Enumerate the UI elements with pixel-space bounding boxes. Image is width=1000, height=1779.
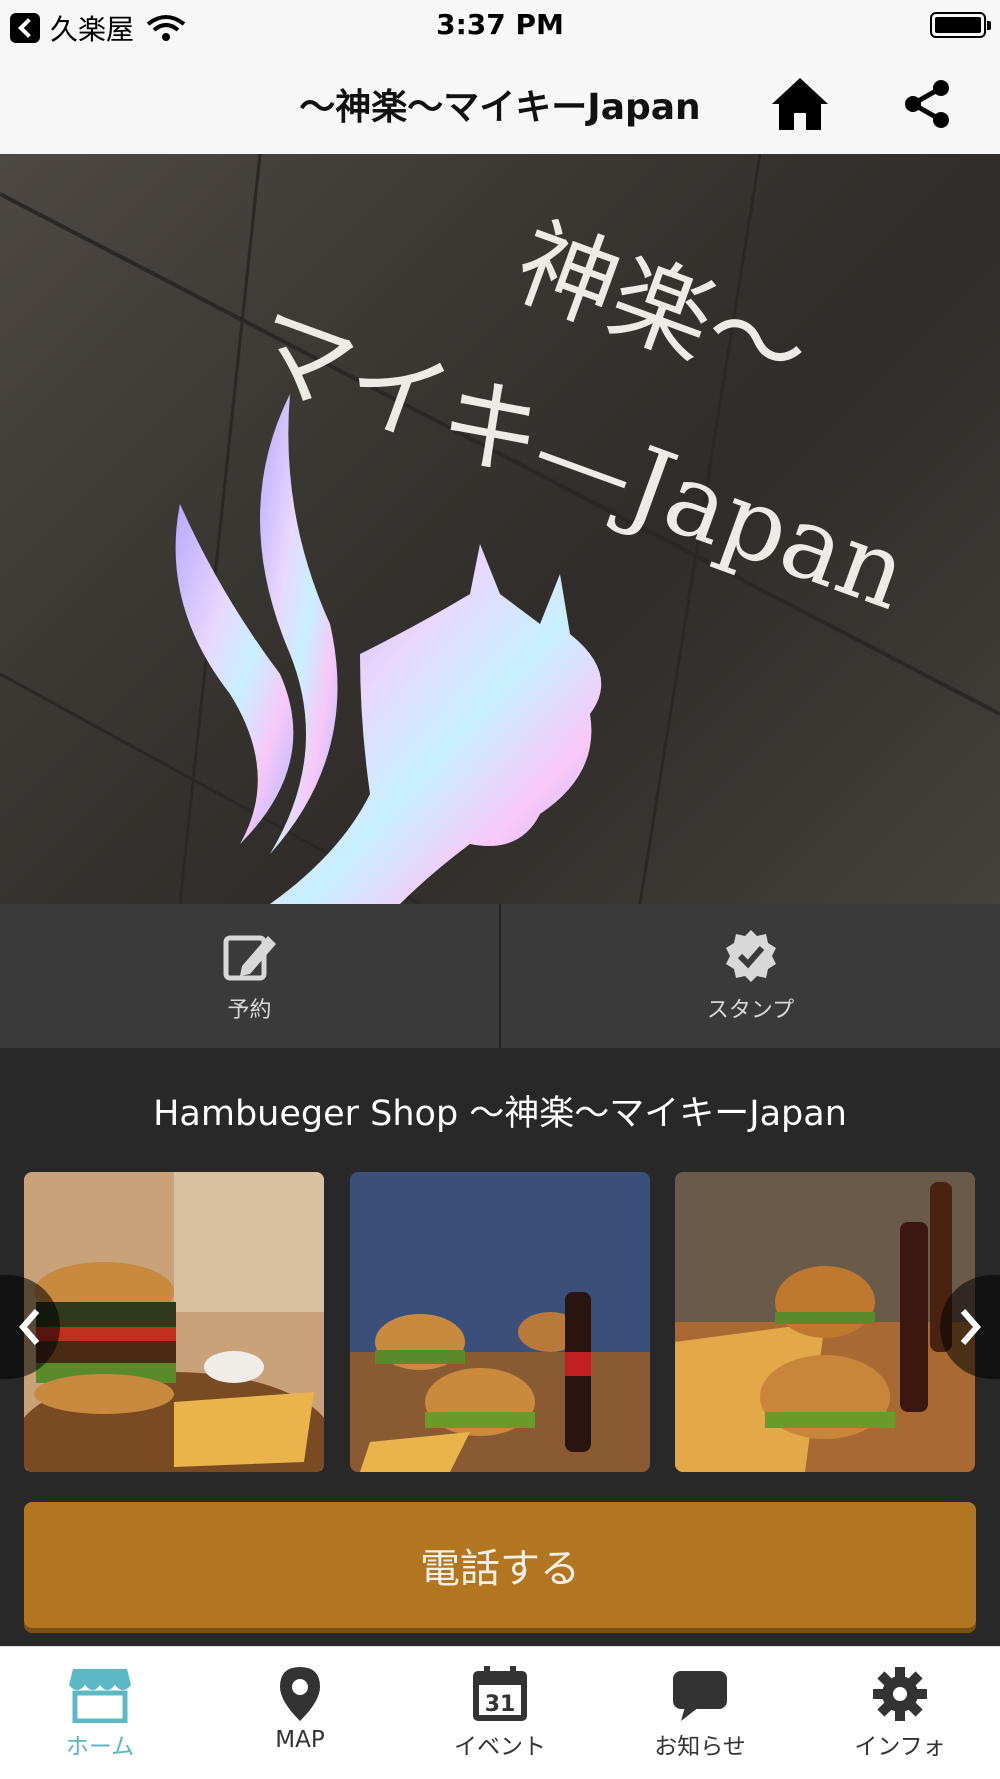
burger-photo-3[interactable] <box>675 1172 975 1472</box>
tab-bar: ホーム MAP 31 イベント お知らせ インフォ <box>0 1646 1000 1779</box>
map-pin-icon <box>280 1667 320 1721</box>
action-row: 予約 スタンプ <box>0 904 1000 1048</box>
call-button-label: 電話する <box>420 1546 580 1592</box>
tab-info[interactable]: インフォ <box>800 1647 1000 1779</box>
calendar-icon: 31 <box>473 1666 527 1721</box>
svg-text:31: 31 <box>485 1692 516 1717</box>
burger-photo-2[interactable] <box>350 1172 650 1472</box>
app-header: 〜神楽〜マイキーJapan <box>0 52 1000 154</box>
share-button[interactable] <box>892 72 962 136</box>
tab-map[interactable]: MAP <box>200 1647 400 1779</box>
shop-title: Hambueger Shop 〜神楽〜マイキーJapan <box>153 1094 847 1134</box>
photo-carousel[interactable] <box>0 1170 1000 1474</box>
status-bar: 久楽屋 3:37 PM <box>0 0 1000 52</box>
battery-icon <box>930 12 991 38</box>
svg-text:神楽〜: 神楽〜 <box>501 203 823 416</box>
home-button[interactable] <box>765 72 835 136</box>
burger-photo-1[interactable] <box>24 1172 324 1472</box>
hero-image: 神楽〜 マイキ—Japan <box>0 154 1000 904</box>
tab-news-label: お知らせ <box>654 1734 746 1760</box>
stamp-label: スタンプ <box>706 998 795 1023</box>
tab-home-label: ホーム <box>65 1734 135 1760</box>
tab-news[interactable]: お知らせ <box>600 1647 800 1779</box>
stamp-button[interactable]: スタンプ <box>499 904 1000 1048</box>
status-time: 3:37 PM <box>436 8 564 41</box>
tab-event[interactable]: 31 イベント <box>400 1647 600 1779</box>
share-icon <box>905 80 949 128</box>
reserve-button[interactable]: 予約 <box>0 904 499 1048</box>
tab-home[interactable]: ホーム <box>0 1647 200 1779</box>
reserve-label: 予約 <box>227 998 272 1023</box>
call-button[interactable]: 電話する <box>24 1502 976 1628</box>
badge-check-icon <box>725 930 776 982</box>
store-icon <box>69 1669 131 1723</box>
tab-map-label: MAP <box>275 1727 325 1753</box>
gear-icon <box>873 1667 927 1721</box>
page-title: 〜神楽〜マイキーJapan <box>299 87 701 128</box>
tab-info-label: インフォ <box>854 1734 946 1760</box>
pencil-edit-icon <box>223 935 276 981</box>
chevron-left-icon <box>19 1309 40 1345</box>
home-icon <box>772 78 828 130</box>
chevron-right-icon <box>960 1309 981 1345</box>
tab-event-label: イベント <box>454 1734 546 1760</box>
speech-bubble-icon <box>673 1671 727 1721</box>
